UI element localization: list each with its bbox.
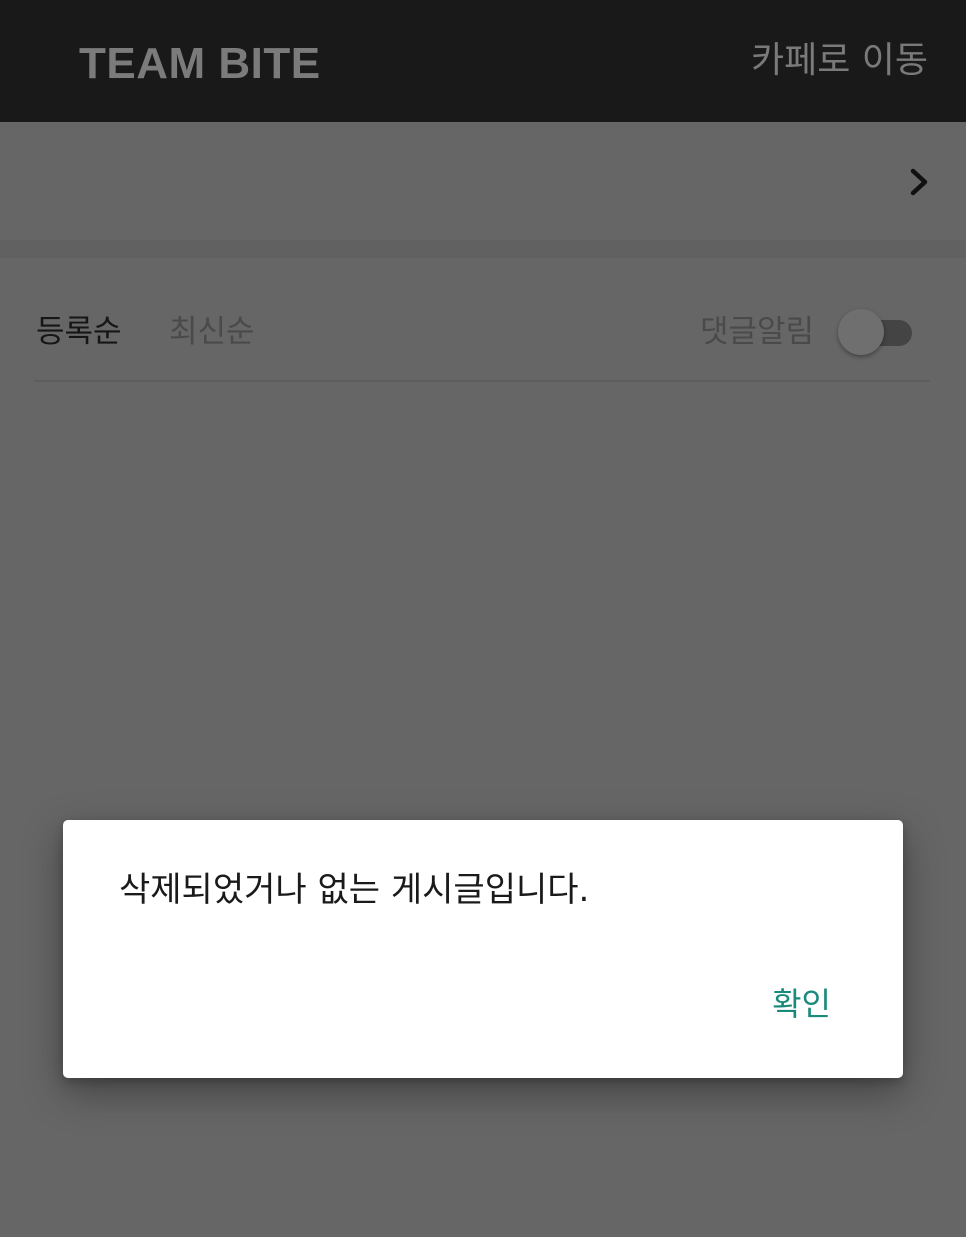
brand-title: TEAM BITE <box>79 39 321 88</box>
alert-dialog: 삭제되었거나 없는 게시글입니다. 확인 <box>63 820 903 1078</box>
board-selector-row[interactable] <box>0 122 966 240</box>
chevron-right-icon <box>910 168 928 196</box>
top-app-bar: TEAM BITE 카페로 이동 <box>0 0 966 122</box>
go-to-cafe-link[interactable]: 카페로 이동 <box>751 38 928 84</box>
section-divider <box>0 240 966 258</box>
sort-divider <box>34 380 930 382</box>
dialog-message: 삭제되었거나 없는 게시글입니다. <box>119 870 590 910</box>
toggle-thumb <box>838 309 884 355</box>
comment-notification-label: 댓글알림 <box>700 314 815 350</box>
confirm-button[interactable]: 확인 <box>766 982 837 1026</box>
sort-registered-tab[interactable]: 등록순 <box>36 312 122 352</box>
sort-bar: 등록순 최신순 댓글알림 <box>0 258 966 382</box>
sort-newest-tab[interactable]: 최신순 <box>169 312 255 352</box>
comment-notification-toggle[interactable] <box>838 309 914 357</box>
